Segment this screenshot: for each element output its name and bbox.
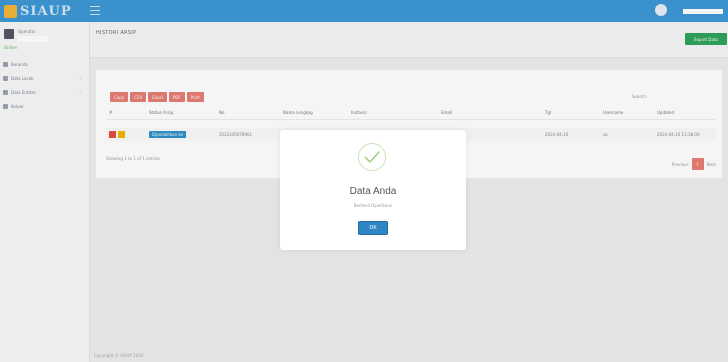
success-check-icon — [358, 143, 386, 171]
ok-button[interactable]: OK — [358, 221, 388, 235]
dialog-title: Data Anda — [349, 186, 397, 197]
dialog-message: Berhasil Diperbarui — [353, 203, 393, 208]
success-dialog: Data Anda Berhasil Diperbarui OK — [280, 130, 466, 250]
